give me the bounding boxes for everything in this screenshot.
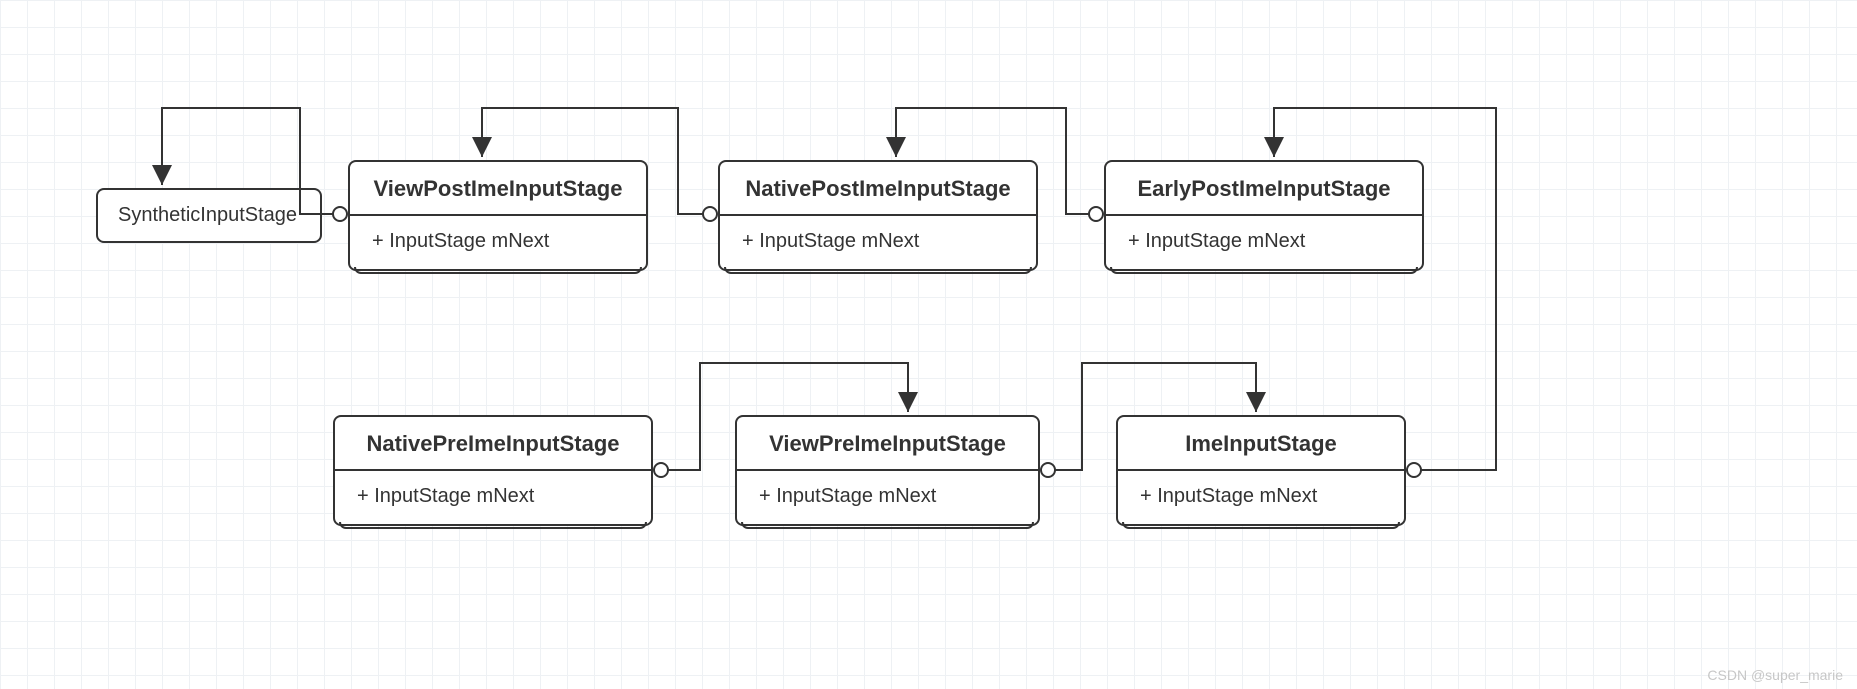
watermark: CSDN @super_marie [1707, 667, 1843, 683]
native-post-ime-attr: + InputStage mNext [720, 216, 1036, 269]
ime-title: ImeInputStage [1118, 417, 1404, 471]
native-post-ime-title: NativePostImeInputStage [720, 162, 1036, 216]
view-pre-ime-title: ViewPreImeInputStage [737, 417, 1038, 471]
native-pre-ime-box: NativePreImeInputStage + InputStage mNex… [333, 415, 653, 526]
ime-attr: + InputStage mNext [1118, 471, 1404, 524]
view-post-ime-box: ViewPostImeInputStage + InputStage mNext [348, 160, 648, 271]
synthetic-input-stage-box: SyntheticInputStage [96, 188, 322, 243]
early-post-ime-attr: + InputStage mNext [1106, 216, 1422, 269]
ime-box: ImeInputStage + InputStage mNext [1116, 415, 1406, 526]
native-post-ime-box: NativePostImeInputStage + InputStage mNe… [718, 160, 1038, 271]
view-pre-ime-attr: + InputStage mNext [737, 471, 1038, 524]
view-pre-ime-box: ViewPreImeInputStage + InputStage mNext [735, 415, 1040, 526]
connector-viewpost-to-synthetic [0, 0, 1857, 689]
native-pre-ime-attr: + InputStage mNext [335, 471, 651, 524]
synthetic-label: SyntheticInputStage [118, 204, 297, 226]
early-post-ime-box: EarlyPostImeInputStage + InputStage mNex… [1104, 160, 1424, 271]
native-pre-ime-title: NativePreImeInputStage [335, 417, 651, 471]
view-post-ime-attr: + InputStage mNext [350, 216, 646, 269]
early-post-ime-title: EarlyPostImeInputStage [1106, 162, 1422, 216]
view-post-ime-title: ViewPostImeInputStage [350, 162, 646, 216]
